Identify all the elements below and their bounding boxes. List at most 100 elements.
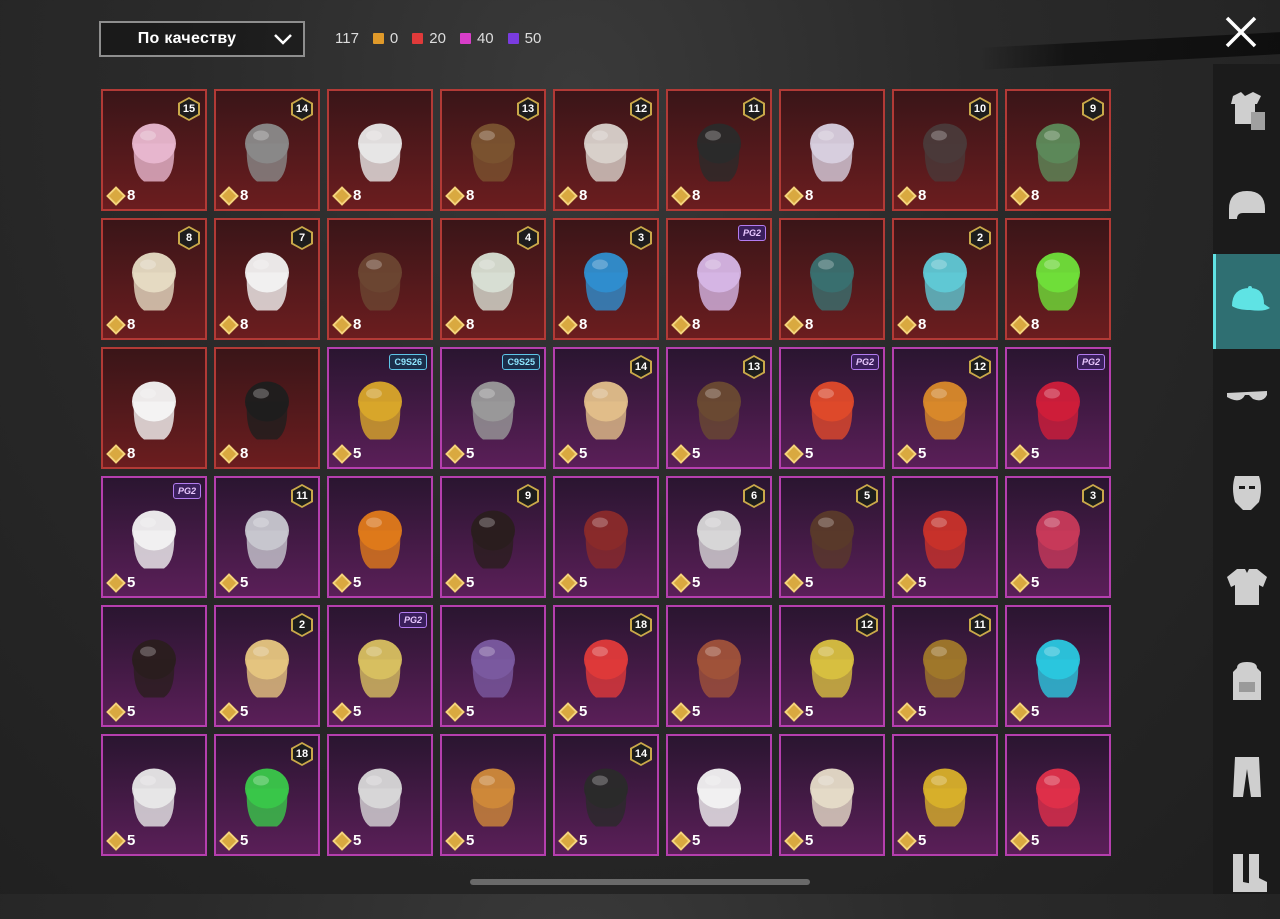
inventory-item[interactable]: 5 <box>666 605 772 727</box>
item-price: 5 <box>106 572 135 593</box>
sidebar-tab-boots[interactable] <box>1213 824 1280 919</box>
close-icon[interactable] <box>1222 13 1260 51</box>
cap-icon <box>1232 285 1270 311</box>
inventory-item[interactable]: 55 <box>779 476 885 598</box>
inventory-item[interactable]: 5 <box>327 734 433 856</box>
inventory-item[interactable]: 5 <box>779 734 885 856</box>
coin-icon <box>671 830 691 851</box>
sidebar-tab-outfit[interactable] <box>1213 64 1280 159</box>
item-price: 5 <box>332 443 361 464</box>
sidebar-tab-glasses[interactable] <box>1213 349 1280 444</box>
sidebar-tab-helmet[interactable] <box>1213 159 1280 254</box>
pink-swatch <box>459 33 471 44</box>
inventory-item[interactable]: PG2 5 <box>1005 347 1111 469</box>
inventory-item[interactable]: 8 <box>214 347 320 469</box>
inventory-item[interactable]: 13 8 <box>440 89 546 211</box>
coin-icon <box>897 443 917 464</box>
inventory-item[interactable]: 11 8 <box>666 89 772 211</box>
inventory-item[interactable]: 98 <box>1005 89 1111 211</box>
inventory-item[interactable]: 78 <box>214 218 320 340</box>
item-price: 5 <box>784 443 813 464</box>
inventory-item[interactable]: 14 5 <box>553 347 659 469</box>
inventory-item[interactable]: 5 <box>440 734 546 856</box>
item-price: 5 <box>332 830 361 851</box>
inventory-item[interactable]: 18 5 <box>214 734 320 856</box>
item-image <box>574 759 638 836</box>
item-price: 5 <box>558 443 587 464</box>
inventory-item[interactable]: 12 5 <box>779 605 885 727</box>
horizontal-scrollbar[interactable] <box>470 879 810 885</box>
inventory-item[interactable]: 11 5 <box>214 476 320 598</box>
item-price: 5 <box>897 443 926 464</box>
item-image <box>800 501 864 578</box>
item-image <box>348 630 412 707</box>
inventory-item[interactable]: 8 <box>327 218 433 340</box>
inventory-item[interactable]: C9S26 5 <box>327 347 433 469</box>
inventory-item[interactable]: PG2 5 <box>779 347 885 469</box>
item-image <box>348 243 412 320</box>
coin-icon <box>1010 572 1030 593</box>
item-price: 5 <box>445 572 474 593</box>
item-price: 5 <box>106 830 135 851</box>
inventory-item[interactable]: 35 <box>1005 476 1111 598</box>
inventory-item[interactable]: 5 <box>440 605 546 727</box>
inventory-item[interactable]: PG2 8 <box>666 218 772 340</box>
inventory-item[interactable]: 48 <box>440 218 546 340</box>
sidebar-tab-jacket[interactable] <box>1213 539 1280 634</box>
inventory-item[interactable]: 13 5 <box>666 347 772 469</box>
sidebar-tab-backpack[interactable] <box>1213 634 1280 729</box>
count-purple: 50 <box>507 30 541 47</box>
inventory-item[interactable]: 38 <box>553 218 659 340</box>
inventory-item[interactable]: C9S25 5 <box>440 347 546 469</box>
item-price: 5 <box>784 830 813 851</box>
sidebar-tab-mask[interactable] <box>1213 444 1280 539</box>
inventory-item[interactable]: 5 <box>666 734 772 856</box>
inventory-item[interactable]: 5 <box>892 476 998 598</box>
coin-icon <box>106 572 126 593</box>
rarity-counts: 117 0 20 40 50 <box>335 30 541 47</box>
inventory-item[interactable]: PG2 5 <box>101 476 207 598</box>
item-image <box>461 243 525 320</box>
inventory-item[interactable]: 8 <box>327 89 433 211</box>
coin-icon <box>219 572 239 593</box>
inventory-item[interactable]: 11 5 <box>892 605 998 727</box>
sidebar-tab-cap[interactable] <box>1213 254 1280 349</box>
inventory-item[interactable]: 8 <box>101 347 207 469</box>
inventory-item[interactable]: 65 <box>666 476 772 598</box>
inventory-item[interactable]: 5 <box>101 605 207 727</box>
inventory-item[interactable]: 8 <box>779 218 885 340</box>
inventory-item[interactable]: 8 <box>779 89 885 211</box>
inventory-item[interactable]: 14 8 <box>214 89 320 211</box>
inventory-item[interactable]: 5 <box>327 476 433 598</box>
sidebar-tab-pants[interactable] <box>1213 729 1280 824</box>
coin-icon <box>784 830 804 851</box>
coin-icon <box>558 701 578 722</box>
sort-dropdown[interactable]: По качеству <box>99 21 305 57</box>
item-image <box>687 243 751 320</box>
inventory-item[interactable]: 5 <box>553 476 659 598</box>
inventory-item[interactable]: 88 <box>101 218 207 340</box>
inventory-item[interactable]: 28 <box>892 218 998 340</box>
item-price: 5 <box>671 443 700 464</box>
item-price: 5 <box>897 572 926 593</box>
coin-icon <box>445 830 465 851</box>
inventory-item[interactable]: 18 5 <box>553 605 659 727</box>
item-image <box>235 372 299 449</box>
inventory-item[interactable]: 12 8 <box>553 89 659 211</box>
item-image <box>800 114 864 191</box>
item-image <box>235 243 299 320</box>
inventory-item[interactable]: 25 <box>214 605 320 727</box>
item-image <box>913 372 977 449</box>
inventory-item[interactable]: 5 <box>1005 734 1111 856</box>
inventory-item[interactable]: 10 8 <box>892 89 998 211</box>
inventory-item[interactable]: 5 <box>101 734 207 856</box>
inventory-item[interactable]: 15 8 <box>101 89 207 211</box>
inventory-item[interactable]: 8 <box>1005 218 1111 340</box>
inventory-item[interactable]: 12 5 <box>892 347 998 469</box>
inventory-item[interactable]: 5 <box>1005 605 1111 727</box>
inventory-item[interactable]: 95 <box>440 476 546 598</box>
inventory-item[interactable]: 14 5 <box>553 734 659 856</box>
inventory-item[interactable]: 5 <box>892 734 998 856</box>
inventory-item[interactable]: PG2 5 <box>327 605 433 727</box>
item-image <box>122 501 186 578</box>
